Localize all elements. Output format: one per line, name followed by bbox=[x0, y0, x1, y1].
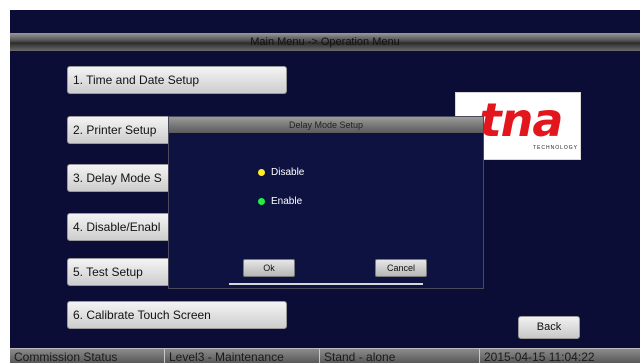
menu-item-label: 2. Printer Setup bbox=[73, 123, 157, 137]
page-title: Main Menu -> Operation Menu bbox=[250, 36, 400, 48]
cancel-button[interactable]: Cancel bbox=[375, 259, 427, 277]
option-enable-label: Enable bbox=[271, 196, 303, 207]
disable-dot-icon bbox=[258, 169, 265, 176]
dialog-divider bbox=[229, 283, 423, 285]
menu-item-label: 3. Delay Mode S bbox=[73, 171, 162, 185]
menu-item-label: 1. Time and Date Setup bbox=[73, 73, 200, 87]
status-bar: Commission Status Level3 - Maintenance S… bbox=[10, 348, 640, 363]
ok-button[interactable]: Ok bbox=[243, 259, 295, 277]
menu-item-calibrate-touch-screen[interactable]: 6. Calibrate Touch Screen bbox=[67, 301, 287, 329]
logo-subtitle: TECHNOLOGY bbox=[532, 145, 578, 151]
status-datetime: 2015-04-15 11:04:22 bbox=[484, 350, 595, 363]
status-access-level: Level3 - Maintenance bbox=[165, 349, 320, 363]
title-bar: Main Menu -> Operation Menu bbox=[10, 33, 640, 51]
menu-item-label: 5. Test Setup bbox=[73, 265, 143, 279]
screen: Main Menu -> Operation Menu 1. Time and … bbox=[10, 10, 640, 363]
status-commission: Commission Status bbox=[10, 349, 165, 363]
status-mode: Stand - alone bbox=[320, 349, 480, 363]
menu-item-label: 4. Disable/Enabl bbox=[73, 220, 161, 234]
delay-mode-dialog: Delay Mode Setup Disable Enable Ok Cance… bbox=[168, 116, 484, 289]
menu-item-label: 6. Calibrate Touch Screen bbox=[73, 308, 211, 322]
enable-dot-icon bbox=[258, 198, 265, 205]
menu-item-time-date-setup[interactable]: 1. Time and Date Setup bbox=[67, 66, 287, 94]
option-disable-label: Disable bbox=[271, 167, 305, 178]
back-button[interactable]: Back bbox=[518, 316, 580, 339]
dialog-title: Delay Mode Setup bbox=[169, 117, 483, 133]
